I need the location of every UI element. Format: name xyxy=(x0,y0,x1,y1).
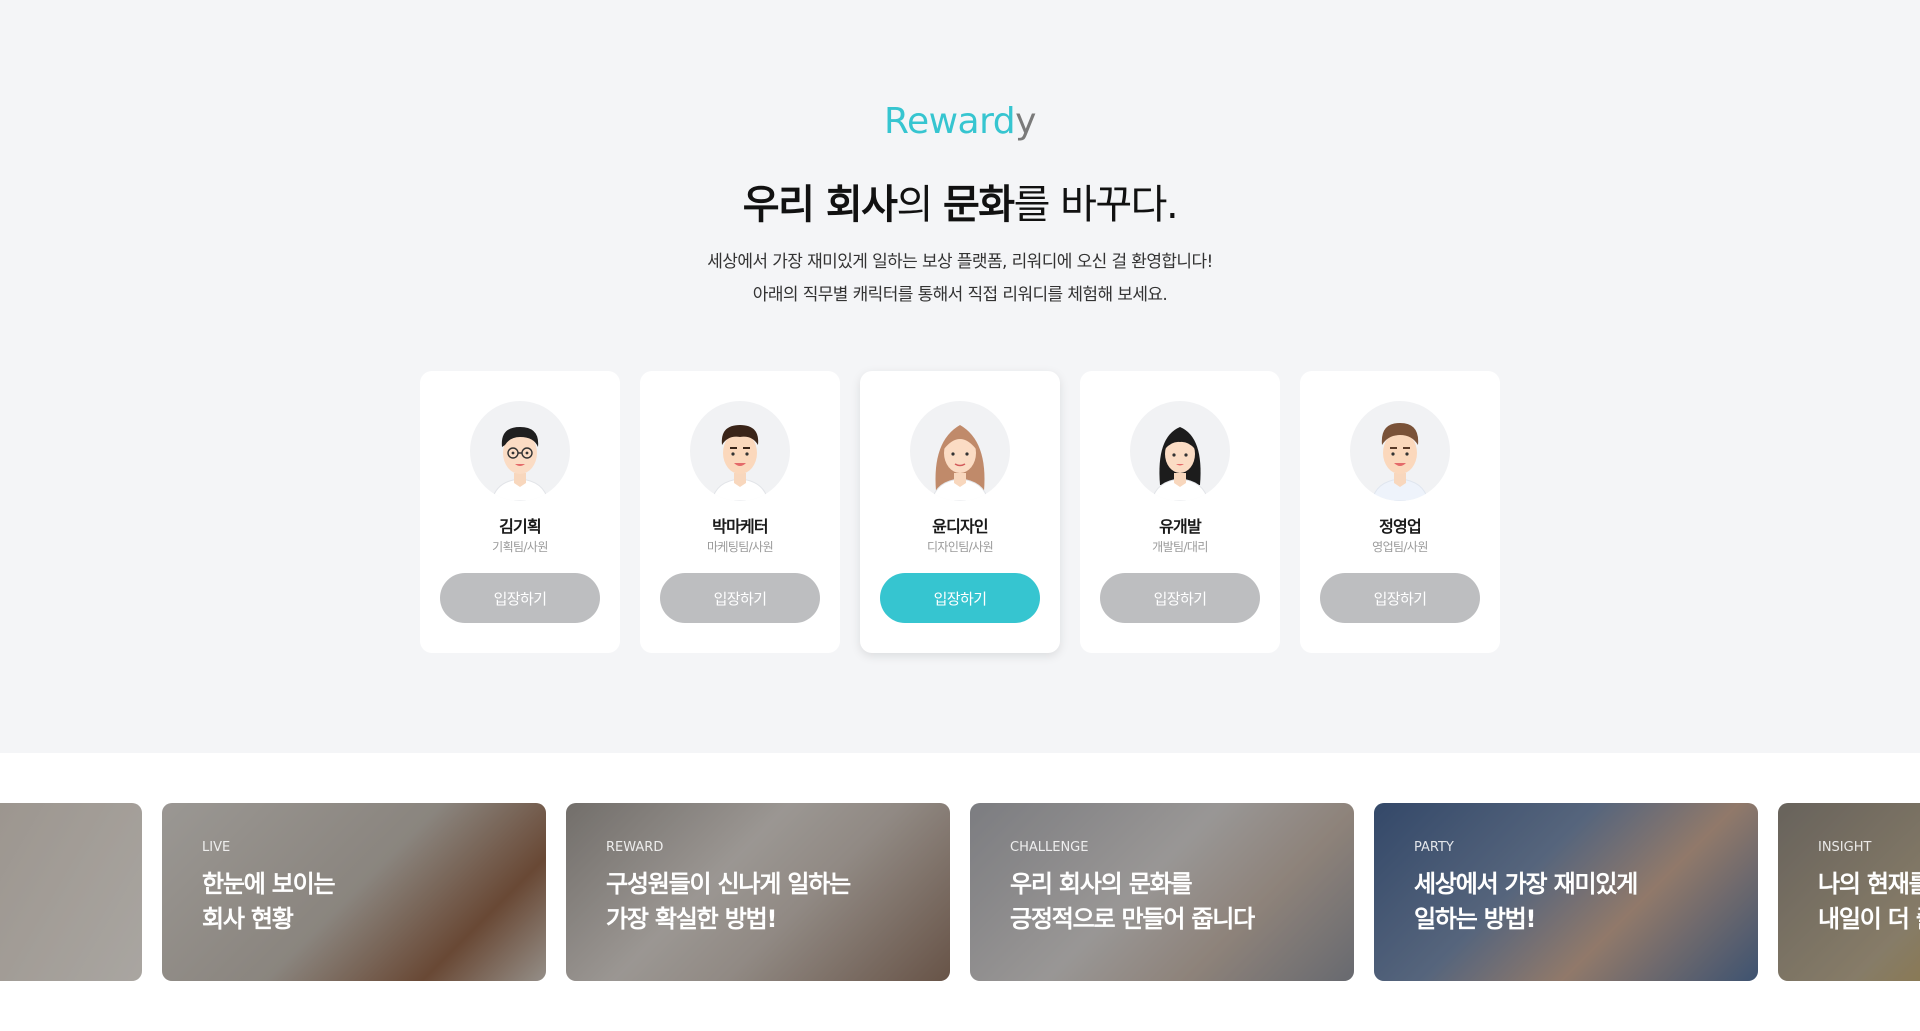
character-name: 윤디자인 xyxy=(932,517,988,536)
intro-description: 세상에서 가장 재미있게 일하는 보상 플랫폼, 리워디에 오신 걸 환영합니다… xyxy=(0,246,1920,312)
character-card-sales[interactable]: 정영업 영업팀/사원 입장하기 xyxy=(1300,371,1500,653)
character-card-marketing[interactable]: 박마케터 마케팅팀/사원 입장하기 xyxy=(640,371,840,653)
banner-card-party[interactable]: PARTY 세상에서 가장 재미있게 일하는 방법! xyxy=(1374,803,1758,981)
banner-title: 나의 현재를 내일이 더 즐 xyxy=(1818,870,1920,933)
character-role: 마케팅팀/사원 xyxy=(706,540,774,554)
character-cards: 김기획 기획팀/사원 입장하기 박마케터 마케팅팀/사원 입장하기 윤디자인 디… xyxy=(420,371,1500,653)
enter-button[interactable]: 입장하기 xyxy=(1320,573,1480,623)
character-card-planning[interactable]: 김기획 기획팀/사원 입장하기 xyxy=(420,371,620,653)
banner-title: 우리 회사의 문화를 긍정적으로 만들어 줍니다 xyxy=(1010,870,1255,933)
character-card-design[interactable]: 윤디자인 디자인팀/사원 입장하기 xyxy=(860,371,1060,653)
feature-banner-carousel: 하는 LIVE 한눈에 보이는 회사 현황 REWARD 구성원들이 신나게 일… xyxy=(0,803,1920,981)
banner-category: REWARD xyxy=(606,840,664,855)
enter-button[interactable]: 입장하기 xyxy=(660,573,820,623)
banner-card-reward[interactable]: REWARD 구성원들이 신나게 일하는 가장 확실한 방법! xyxy=(566,803,950,981)
banner-card-insight[interactable]: INSIGHT 나의 현재를 내일이 더 즐 xyxy=(1778,803,1920,981)
logo-text: Rewardy xyxy=(884,100,1036,142)
banner-category: PARTY xyxy=(1414,840,1454,855)
page-headline: 우리 회사의 문화를 바꾸다. xyxy=(742,182,1179,228)
man-with-glasses-avatar xyxy=(470,401,570,501)
enter-button[interactable]: 입장하기 xyxy=(880,573,1040,623)
banner-title: 하는 xyxy=(0,867,138,902)
enter-button[interactable]: 입장하기 xyxy=(1100,573,1260,623)
banner-category: CHALLENGE xyxy=(1010,840,1089,855)
woman-long-hair-avatar xyxy=(910,401,1010,501)
character-role: 디자인팀/사원 xyxy=(926,540,994,554)
banner-category: LIVE xyxy=(202,840,231,855)
character-card-development[interactable]: 유개발 개발팀/대리 입장하기 xyxy=(1080,371,1280,653)
character-role: 기획팀/사원 xyxy=(492,540,548,554)
hero-section: Rewardy 우리 회사의 문화를 바꾸다. 세상에서 가장 재미있게 일하는… xyxy=(0,0,1920,753)
banner-card-partial-left[interactable]: 하는 xyxy=(0,803,142,981)
enter-button[interactable]: 입장하기 xyxy=(440,573,600,623)
banner-card-challenge[interactable]: CHALLENGE 우리 회사의 문화를 긍정적으로 만들어 줍니다 xyxy=(970,803,1354,981)
man-dark-hair-avatar xyxy=(690,401,790,501)
man-brown-hair-avatar xyxy=(1350,401,1450,501)
banner-title: 한눈에 보이는 회사 현황 xyxy=(202,870,336,933)
description-line-1: 세상에서 가장 재미있게 일하는 보상 플랫폼, 리워디에 오신 걸 환영합니다… xyxy=(707,252,1213,272)
banner-title: 세상에서 가장 재미있게 일하는 방법! xyxy=(1414,870,1638,933)
character-name: 유개발 xyxy=(1159,517,1202,536)
character-name: 정영업 xyxy=(1379,517,1422,536)
banner-card-live[interactable]: LIVE 한눈에 보이는 회사 현황 xyxy=(162,803,546,981)
woman-black-hair-avatar xyxy=(1130,401,1230,501)
character-role: 영업팀/사원 xyxy=(1372,540,1428,554)
banner-title: 구성원들이 신나게 일하는 가장 확실한 방법! xyxy=(606,870,851,933)
rewardy-logo[interactable]: Rewardy xyxy=(880,96,1040,146)
character-name: 박마케터 xyxy=(712,517,768,536)
description-line-2: 아래의 직무별 캐릭터를 통해서 직접 리워디를 체험해 보세요. xyxy=(752,285,1168,305)
character-role: 개발팀/대리 xyxy=(1152,540,1208,554)
banner-category: INSIGHT xyxy=(1818,840,1872,855)
character-name: 김기획 xyxy=(499,517,542,536)
